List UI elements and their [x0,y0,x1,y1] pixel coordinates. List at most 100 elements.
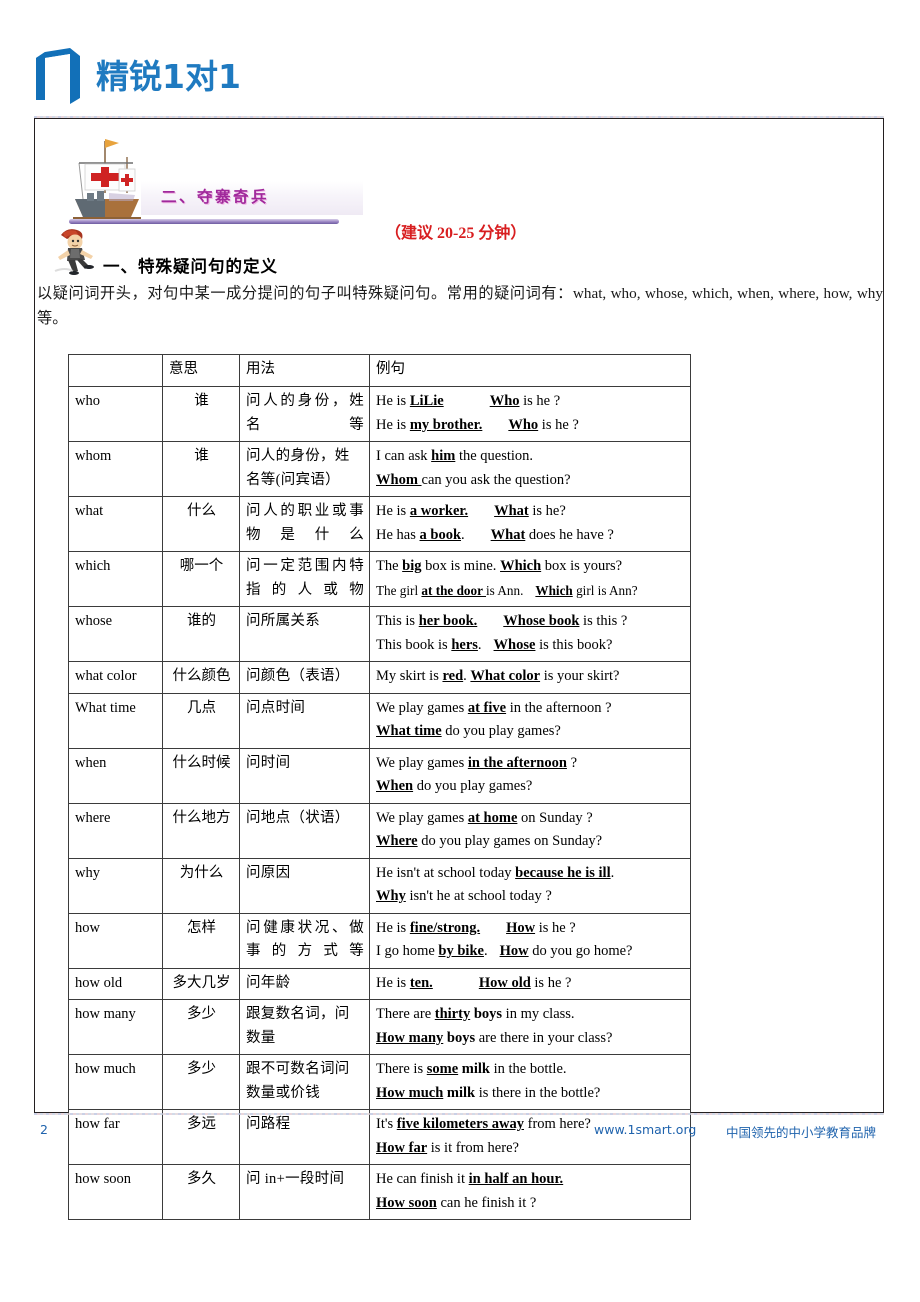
emphasis-text: by bike [438,943,484,959]
sentence-text: We play games [376,754,468,771]
emphasis-text: a book [419,526,462,543]
usage-cell: 问颜色（表语） [239,661,370,694]
usage-cell: 问健康状况、做事的方式等 [239,912,370,969]
usage-cell: 问人的身份，姓名等 [239,386,370,442]
example-sentence: He can finish it in half an hour. [376,1168,685,1192]
sentence-text: . [610,864,615,881]
example-cell: My skirt is red. What color is your skir… [369,661,691,694]
table-row: whom 谁问人的身份，姓名等(问宾语） I can ask him the que… [68,441,691,497]
emphasis-text: What time [376,723,442,739]
table-row: when 什么时候 问时间 We play games in the afternoo… [68,747,691,804]
emphasis-text: Which [500,558,542,574]
table-row: how soon 多久问 in+一段时间 He can finish it in h… [68,1164,691,1220]
example-cell: This is her book. Whose book is this ? Thi… [369,606,691,662]
meaning-cell: 谁 [162,386,240,442]
sentence-text: We play games [376,809,468,826]
usage-cell: 问所属关系 [239,606,370,662]
sentence-text: isn't he at school today ? [405,888,552,904]
question-word-cell: What time [68,692,163,749]
sentence-text: ? [566,754,577,771]
example-cell: I can ask him the question. Whom can you … [369,441,691,497]
emphasis-text: big [402,558,422,574]
question-word-cell: how soon [68,1164,163,1220]
lesson-heading: 一、特殊疑问句的定义 [103,257,278,276]
running-boy-icon [51,227,103,275]
question-words-table: 意思 用法 例句 who 谁问人的身份，姓名等 He is LiLie Who is he … [68,354,691,1220]
sentence-text: This is [376,613,419,629]
footer-website: www.1smart.org [594,1122,697,1137]
table-header-cell: 用法 [239,354,370,387]
usage-cell: 跟复数名词，问数量 [239,999,370,1055]
usage-cell: 跟不可数名词问数量或价钱 [239,1054,370,1110]
meaning-cell: 多少 [162,999,240,1055]
table-row: how many 多少 跟复数名词，问数量 There are thirty boys… [68,999,691,1055]
example-cell: He is LiLie Who is he ? He is my brother. W… [369,386,691,442]
example-sentence: How soon can he finish it ? [376,1192,685,1216]
meaning-cell: 谁的 [162,606,240,662]
sentence-text: is he ? [519,393,561,409]
sentence-text: is Ann. [486,582,524,598]
sentence-text: . [477,636,482,653]
sentence-text: The girl [376,582,422,598]
example-sentence: Whom can you ask the question? [376,469,685,493]
sentence-text: on Sunday ? [517,809,593,826]
example-sentence: He is ten. How old is he ? [376,972,685,996]
emphasis-text: How old [478,974,531,991]
example-sentence: He is my brother. Who is he ? [376,414,685,438]
sentence-text: is this book? [535,636,613,653]
question-word-cell: what [68,496,163,552]
sentence-text: I go home [376,943,439,959]
usage-cell: 问人的身份，姓名等(问宾语） [239,441,370,497]
sentence-text: is he ? [535,919,576,936]
example-sentence: We play games in the afternoon ? [376,752,685,776]
lesson-heading-row: 一、特殊疑问句的定义 [47,227,547,279]
sentence-text: I can ask [376,448,432,464]
example-sentence: I go home by bike. How do you go home? [376,940,685,964]
usage-cell: 问年龄 [239,967,370,1000]
sentence-text: box is mine. [421,558,501,574]
sentence-text: in my class. [502,1006,575,1022]
question-word-cell: whose [68,606,163,662]
brand-header: 精锐1对1 [34,44,241,108]
page-footer: 2 www.1smart.org 中国领先的中小学教育品牌 [34,1120,884,1142]
sentence-text: are there in your class? [475,1029,613,1046]
emphasis-text: fine/strong. [409,919,481,936]
emphasis-text: some [426,1061,459,1077]
emphasis-text: What [490,526,526,543]
sentence-text: do you play games on Sunday? [417,833,603,849]
meaning-cell: 怎样 [162,912,240,969]
emphasis-text: How [506,919,536,936]
meaning-cell: 为什么 [162,857,240,914]
emphasis-text: How soon [376,1194,437,1211]
table-row: whose 谁的 问所属关系 This is her book. Whose book … [68,606,691,662]
section-banner-title: 二、夺寨奇兵 [161,188,270,206]
sentence-text: can you ask the question? [421,471,571,488]
sentence-text: He isn't at school today [376,864,516,881]
lesson-intro: 以疑问词开头，对句中某一成分提问的句子叫特殊疑问句。常用的疑问词有：what, … [37,285,883,327]
example-cell: There is some milk in the bottle. How muc… [369,1054,691,1110]
sentence-text: . [461,526,465,543]
sentence-text: is he ? [538,416,579,433]
meaning-cell: 多少 [162,1054,240,1110]
page-content-frame: 二、夺寨奇兵 （建议 20-25 分钟） 一、特殊疑问句的定义 以疑问词开头，对… [34,116,884,1220]
brand-title: 精锐1对1 [96,56,241,96]
meaning-cell: 几点 [162,692,240,749]
example-sentence: The big box is mine. Which box is yours? [376,555,685,579]
example-cell: He is a worker. What is he? He has a book.… [369,496,691,552]
emphasis-text: How many [376,1029,444,1046]
example-cell: He is ten. How old is he ? [369,967,691,1000]
meaning-cell: 什么 [162,496,240,552]
question-word-cell: how much [68,1054,163,1110]
emphasis-text: at five [467,699,507,716]
emphasis-text: LiLie [409,393,444,409]
table-row: which 哪一个 问一定范围内特指的人或物 The big box is mine.… [68,551,691,607]
sentence-text: girl is Ann? [572,582,638,598]
emphasis-text: at home [467,809,518,826]
example-sentence: He has a book. What does he have ? [376,524,685,548]
emphasis-text: Whose book [503,613,580,629]
example-sentence: He is fine/strong. How is he ? [376,917,685,941]
emphasis-text: When [376,778,414,794]
meaning-cell: 哪一个 [162,551,240,607]
emphasis-text: boys [470,1006,503,1022]
meaning-cell: 谁 [162,441,240,497]
